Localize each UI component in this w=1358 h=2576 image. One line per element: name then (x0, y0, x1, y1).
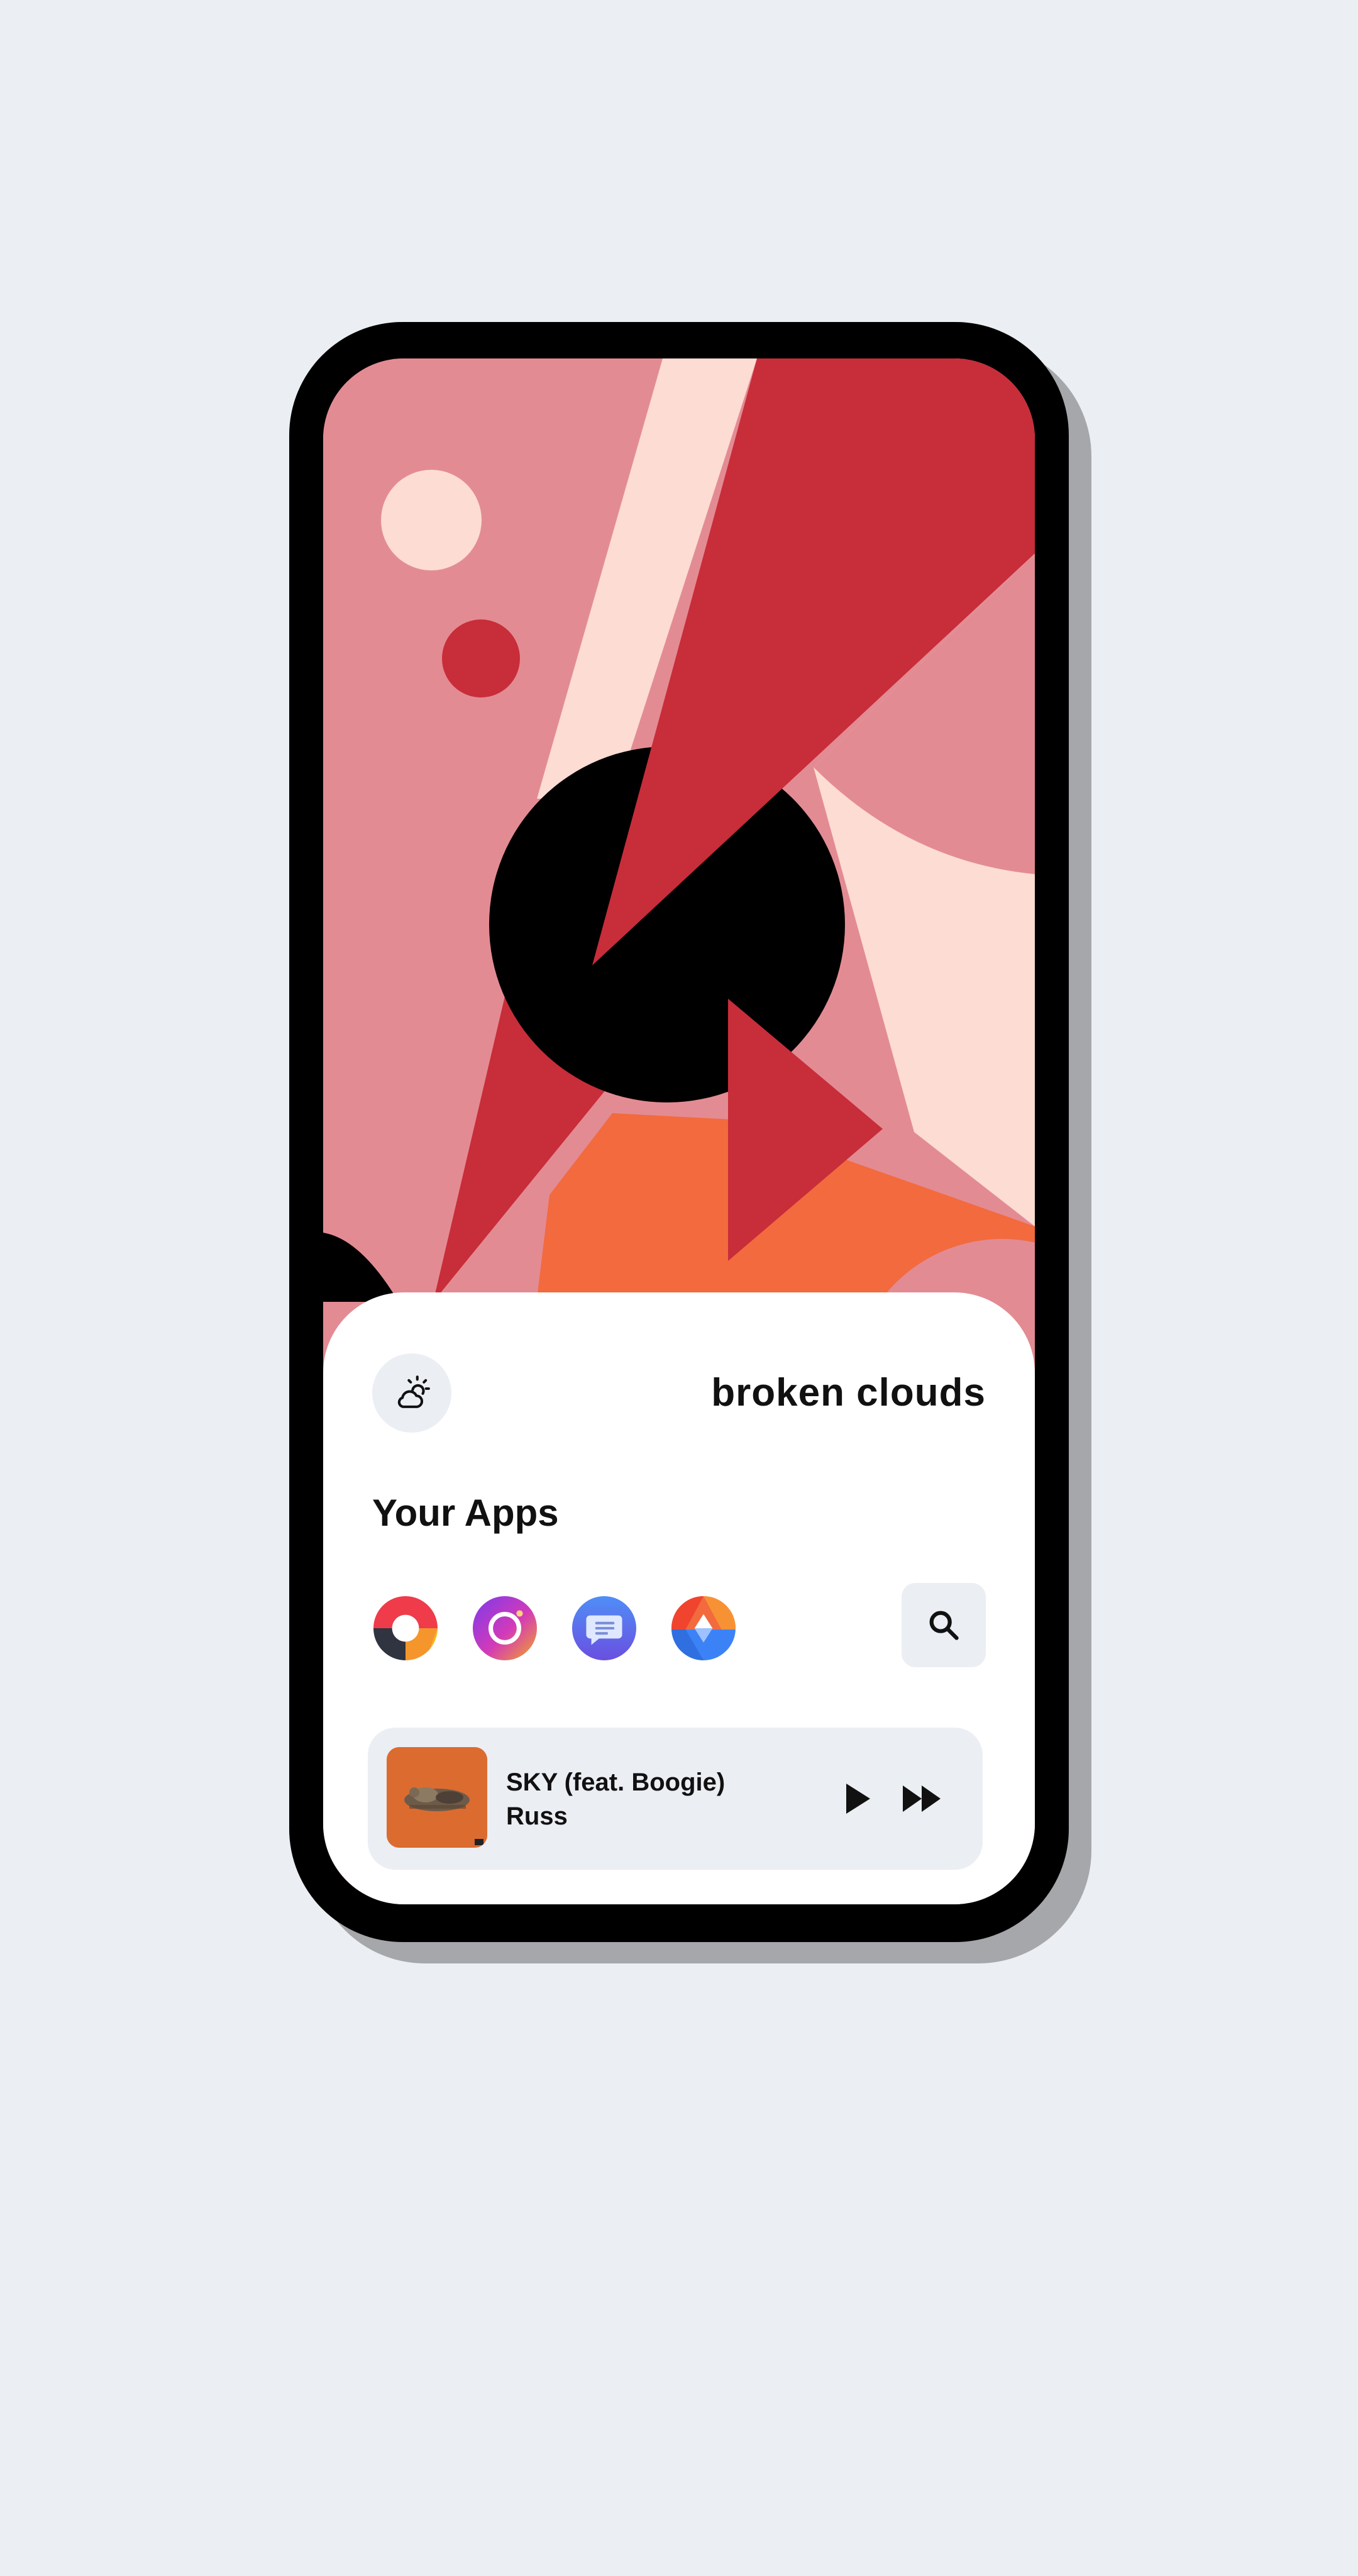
search-icon (929, 1611, 959, 1640)
album-cover-image (387, 1747, 487, 1848)
instagram-icon (473, 1596, 537, 1660)
app-inbox[interactable] (671, 1596, 736, 1660)
track-artist: Russ (506, 1802, 568, 1830)
app-chrome[interactable] (373, 1596, 438, 1660)
inbox-icon (671, 1596, 736, 1660)
phone-frame: broken clouds Your Apps SKY (feat. Boogi… (289, 322, 1069, 1942)
stage: broken clouds Your Apps SKY (feat. Boogi… (0, 0, 1358, 2576)
album-art[interactable] (387, 1747, 487, 1848)
next-button[interactable] (897, 1777, 947, 1821)
chrome-icon (373, 1596, 438, 1660)
phone-screen: broken clouds Your Apps SKY (feat. Boogi… (323, 358, 1035, 1904)
play-button[interactable] (836, 1777, 880, 1821)
fast-forward-icon (903, 1785, 941, 1812)
play-icon (846, 1784, 870, 1814)
app-messages[interactable] (572, 1596, 636, 1660)
search-button[interactable] (902, 1583, 986, 1667)
home-panel: broken clouds Your Apps SKY (feat. Boogi… (323, 1292, 1035, 1904)
apps-section-title: Your Apps (372, 1492, 559, 1534)
app-instagram[interactable] (473, 1596, 537, 1660)
track-title: SKY (feat. Boogie) (506, 1768, 726, 1796)
weather-description: broken clouds (711, 1371, 986, 1414)
music-player: SKY (feat. Boogie) Russ (368, 1728, 983, 1870)
partly-cloudy-icon (397, 1375, 430, 1408)
messages-icon (572, 1596, 636, 1660)
weather-button[interactable] (372, 1353, 451, 1433)
